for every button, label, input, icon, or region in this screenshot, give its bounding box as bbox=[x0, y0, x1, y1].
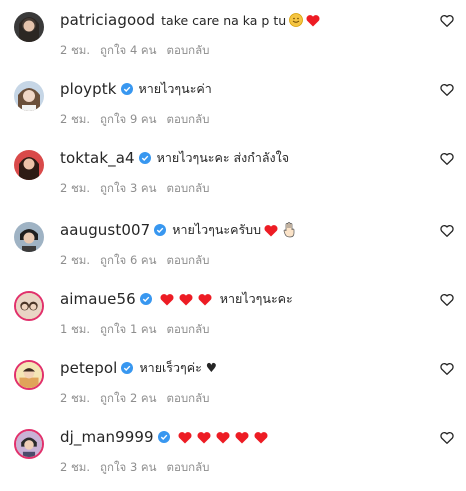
comment-item: aaugust007 หายไวๆนะครับบ 2 ชม. ถูกใจ 6 ค… bbox=[0, 220, 466, 280]
hand-emoji-icon bbox=[283, 222, 295, 238]
red-heart-icon bbox=[197, 431, 213, 444]
like-heart-icon[interactable] bbox=[440, 14, 454, 28]
comment-time: 2 ชม. bbox=[60, 112, 91, 126]
like-heart-icon[interactable] bbox=[440, 431, 454, 445]
comment-text: take care na ka p tu bbox=[161, 12, 287, 28]
comment-time: 2 ชม. bbox=[60, 181, 91, 195]
verified-badge-icon bbox=[154, 224, 167, 236]
avatar[interactable] bbox=[14, 150, 44, 180]
reply-button[interactable]: ตอบกลับ bbox=[166, 459, 209, 477]
comment-text: หายไวๆนะครับบ bbox=[172, 222, 262, 237]
reply-button[interactable]: ตอบกลับ bbox=[166, 180, 209, 198]
username[interactable]: aaugust007 bbox=[60, 221, 150, 239]
red-heart-icon bbox=[179, 293, 195, 306]
avatar[interactable] bbox=[14, 222, 44, 252]
reply-button[interactable]: ตอบกลับ bbox=[166, 390, 209, 408]
like-heart-icon[interactable] bbox=[440, 152, 454, 166]
red-heart-icon bbox=[306, 14, 322, 27]
comment-time: 2 ชม. bbox=[60, 253, 91, 267]
red-heart-icon bbox=[235, 431, 251, 444]
comment-time: 1 ชม. bbox=[60, 322, 91, 336]
comment-likes[interactable]: ถูกใจ 6 คน bbox=[100, 252, 156, 270]
avatar[interactable] bbox=[14, 12, 44, 42]
like-heart-icon[interactable] bbox=[440, 224, 454, 238]
avatar[interactable] bbox=[14, 360, 44, 390]
verified-badge-icon bbox=[121, 362, 134, 374]
red-heart-icon bbox=[264, 224, 280, 237]
red-heart-icon bbox=[178, 431, 194, 444]
like-heart-icon[interactable] bbox=[440, 293, 454, 307]
like-heart-icon[interactable] bbox=[440, 83, 454, 97]
verified-badge-icon bbox=[157, 431, 170, 443]
like-heart-icon[interactable] bbox=[440, 362, 454, 376]
verified-badge-icon bbox=[138, 152, 151, 164]
comment-item: patriciagood take care na ka p tu 2 ชม. … bbox=[0, 10, 466, 70]
red-heart-icon bbox=[160, 293, 176, 306]
verified-badge-icon bbox=[139, 293, 152, 305]
comment-likes[interactable]: ถูกใจ 2 คน bbox=[100, 390, 156, 408]
comment-text: หายเร็วๆค่ะ ♥ bbox=[139, 360, 217, 375]
red-heart-icon bbox=[216, 431, 232, 444]
comment-item: ployptk หายไวๆนะค่า 2 ชม. ถูกใจ 9 คน ตอบ… bbox=[0, 79, 466, 139]
reply-button[interactable]: ตอบกลับ bbox=[166, 252, 209, 270]
comment-likes[interactable]: ถูกใจ 1 คน bbox=[100, 321, 156, 339]
comment-time: 2 ชม. bbox=[60, 460, 91, 474]
username[interactable]: dj_man9999 bbox=[60, 428, 154, 446]
comment-likes[interactable]: ถูกใจ 9 คน bbox=[100, 111, 156, 129]
comment-item: petepol หายเร็วๆค่ะ ♥ 2 ชม. ถูกใจ 2 คน ต… bbox=[0, 358, 466, 418]
comment-text: หายไวๆนะคะ bbox=[219, 291, 293, 306]
comment-text: หายไวๆนะค่า bbox=[138, 81, 212, 96]
username[interactable]: petepol bbox=[60, 359, 117, 377]
reply-button[interactable]: ตอบกลับ bbox=[166, 111, 209, 129]
comment-time: 2 ชม. bbox=[60, 43, 91, 57]
avatar[interactable] bbox=[14, 429, 44, 459]
username[interactable]: toktak_a4 bbox=[60, 149, 135, 167]
comment-item: dj_man9999 2 ชม. ถูกใจ 3 คน ตอบกลับ bbox=[0, 427, 466, 487]
reply-button[interactable]: ตอบกลับ bbox=[166, 321, 209, 339]
username[interactable]: aimaue56 bbox=[60, 290, 136, 308]
comment-item: aimaue56 หายไวๆนะคะ 1 ชม. ถูกใจ 1 คน ตอบ… bbox=[0, 289, 466, 349]
comment-item: toktak_a4 หายไวๆนะคะ ส่งกำลังใจ 2 ชม. ถู… bbox=[0, 148, 466, 208]
red-heart-icon bbox=[254, 431, 270, 444]
comment-list: patriciagood take care na ka p tu 2 ชม. … bbox=[0, 0, 466, 491]
username[interactable]: ployptk bbox=[60, 80, 117, 98]
comment-likes[interactable]: ถูกใจ 4 คน bbox=[100, 42, 156, 60]
comment-time: 2 ชม. bbox=[60, 391, 91, 405]
verified-badge-icon bbox=[120, 83, 133, 95]
comment-text: หายไวๆนะคะ ส่งกำลังใจ bbox=[156, 150, 290, 165]
comment-likes[interactable]: ถูกใจ 3 คน bbox=[100, 180, 156, 198]
avatar[interactable] bbox=[14, 291, 44, 321]
reply-button[interactable]: ตอบกลับ bbox=[166, 42, 209, 60]
smile-emoji-icon bbox=[289, 13, 304, 27]
avatar[interactable] bbox=[14, 81, 44, 111]
comment-likes[interactable]: ถูกใจ 3 คน bbox=[100, 459, 156, 477]
red-heart-icon bbox=[198, 293, 214, 306]
username[interactable]: patriciagood bbox=[60, 11, 155, 29]
